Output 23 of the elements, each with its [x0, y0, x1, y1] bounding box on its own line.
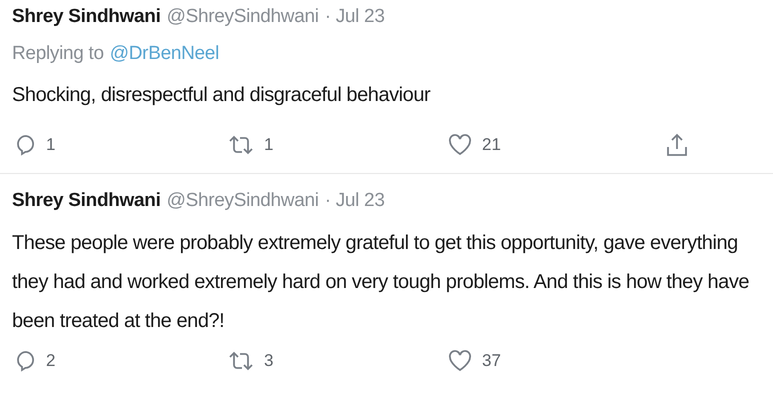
tweet-date[interactable]: · Jul 23: [324, 6, 385, 28]
author-name[interactable]: Shrey Sindhwani: [12, 190, 161, 212]
action-count: 3: [264, 351, 274, 371]
heart-icon[interactable]: [448, 134, 472, 156]
tweet-text: These people were probably extremely grateful to get this opportunity, gave everything they had and worked extremely hard on very tough problems. And this is how they have been treated at the end?!: [12, 231, 750, 334]
action-count: 37: [482, 351, 501, 371]
action-count: 1: [264, 135, 274, 155]
author-handle[interactable]: @ShreySindhwani: [166, 6, 319, 28]
action-count: 2: [46, 351, 56, 371]
heart-icon[interactable]: [448, 350, 472, 372]
retweet-icon[interactable]: [228, 351, 254, 371]
tweet-text: Shocking, disrespectful and disgraceful behaviour: [12, 83, 432, 108]
share-icon[interactable]: [666, 133, 688, 157]
replying-label: Replying to: [12, 43, 104, 65]
author-name[interactable]: Shrey Sindhwani: [12, 6, 161, 28]
author-handle[interactable]: @ShreySindhwani: [166, 190, 319, 212]
action-count: 1: [46, 135, 56, 155]
mention-link[interactable]: @DrBenNeel: [110, 43, 219, 65]
retweet-icon[interactable]: [228, 135, 254, 155]
comment-icon[interactable]: [16, 350, 36, 372]
action-count: 21: [482, 135, 501, 155]
comment-icon[interactable]: [16, 134, 36, 156]
tweet-date[interactable]: · Jul 23: [324, 190, 385, 212]
